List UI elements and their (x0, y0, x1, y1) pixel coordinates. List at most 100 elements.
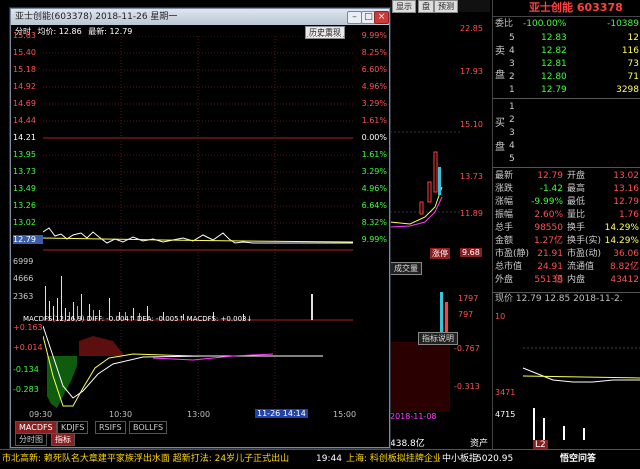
level-number: 4 (509, 46, 515, 56)
level-volume: 12 (627, 33, 639, 43)
level-number: 4 (509, 141, 515, 151)
amount-label: 438.8亿 (390, 439, 425, 449)
buy-level-row[interactable]: 1 (493, 101, 640, 114)
ticker-text[interactable]: 市北高新: 赖死队名大章建平家族浮出水面 超新打法: 24岁儿子正式出山 (2, 450, 289, 469)
stat-row: 金额 1.27亿 换手(实) 14.29% (493, 235, 640, 248)
buy-level-row[interactable]: 5 (493, 153, 640, 166)
stat-row: 振幅 2.60% 量比 1.76 (493, 209, 640, 222)
percent-axis-label: 4.96% (361, 82, 387, 91)
time-label: 09:30 (29, 410, 53, 419)
stat-label: 换手 (567, 223, 586, 233)
price-axis-label: 14.92 (13, 82, 36, 91)
stat-value: 98550 (534, 223, 563, 233)
axis-label: 17.93 (460, 67, 483, 76)
buy-level-row[interactable]: 4 (493, 140, 640, 153)
tab-indicator[interactable]: 指标 (51, 433, 75, 446)
stat-value: 13.16 (613, 184, 639, 194)
stat-label: 最新 (495, 171, 514, 181)
price-axis-label: 13.02 (13, 218, 36, 227)
percent-axis-label: 6.64% (361, 201, 387, 210)
level-volume: 116 (621, 46, 639, 56)
stat-label: 开盘 (567, 171, 586, 181)
sell-level-row[interactable]: 2 12.80 71 (493, 71, 640, 84)
sell-level-row[interactable]: 4 12.82 116 (493, 45, 640, 58)
buy-level-row[interactable]: 3 (493, 127, 640, 140)
stat-value: 13.02 (613, 171, 639, 181)
stat-row: 最新 12.79 开盘 13.02 (493, 170, 640, 183)
axis-label: 22.85 (460, 24, 483, 33)
percent-axis-label: 4.96% (361, 184, 387, 193)
axis-label: 11.89 (460, 209, 483, 218)
price-axis-label: 14.69 (13, 99, 36, 108)
status-bar: 市北高新: 赖死队名大章建平家族浮出水面 超新打法: 24岁儿子正式出山 19:… (0, 449, 640, 469)
stat-label: 涨跌 (495, 184, 514, 194)
stat-label: 振幅 (495, 210, 514, 220)
buy-level-row[interactable]: 2 (493, 114, 640, 127)
stat-value: 14.29% (604, 223, 639, 233)
price-axis-label: 14.21 (13, 133, 36, 142)
stat-label: 外盘 (495, 275, 514, 285)
price-axis-label: 12.79 (13, 235, 43, 244)
stat-label: 内盘 (567, 275, 586, 285)
level-price: 12.81 (541, 59, 567, 69)
asset-label: 资产 (470, 439, 489, 449)
stat-label: 总手 (495, 223, 514, 233)
stat-label: 市盈(动) (567, 249, 602, 259)
price-axis-label: 14.44 (13, 116, 36, 125)
time-label: 10:30 (109, 410, 133, 419)
level-price: 12.82 (541, 46, 567, 56)
volume-label: 2363 (13, 292, 34, 301)
stat-row: 总市值 24.91亿 流通值 8.82亿 (493, 261, 640, 285)
macd-header: MACDFS(12,26,9) DIFF: -0.004↑ DEA: -0.00… (23, 315, 253, 323)
price-axis-label: 13.26 (13, 201, 36, 210)
sell-level-row[interactable]: 3 12.81 73 (493, 58, 640, 71)
price-axis-label: 13.95 (13, 150, 36, 159)
price-axis-label: 15.63 (13, 31, 36, 40)
macd-label: -0.283 (13, 385, 39, 394)
level-number: 2 (509, 115, 515, 125)
background-toolbar: 显示 盘 预测 (390, 0, 490, 13)
limit-up-tag: 涨停 (430, 248, 450, 259)
stat-value: 14.29% (604, 236, 639, 246)
axis-label: 797 (458, 310, 474, 319)
chip-price: 9.68 (460, 248, 482, 257)
close-button[interactable]: × (374, 11, 389, 24)
window-titlebar[interactable]: 亚士创能(603378) 2018-11-26 星期一 – □ × (11, 9, 389, 25)
sell-level-row[interactable]: 1 12.79 3298 (493, 84, 640, 97)
watermark-text: 悟空问答 (560, 454, 597, 464)
tab-intraday[interactable]: 分时图 (15, 433, 47, 446)
stat-row: 涨幅 -9.99% 最低 12.79 (493, 196, 640, 209)
stat-value: 12.79 (537, 171, 563, 181)
macd-label: +0.163 (13, 323, 43, 332)
stat-value: 2.60% (534, 210, 563, 220)
tab-rsifs[interactable]: RSIFS (95, 421, 126, 434)
level-volume: 3298 (616, 85, 639, 95)
indicator-volume-tab[interactable]: 成交量 (390, 262, 422, 275)
intraday-chart (43, 36, 353, 408)
level-number: 5 (509, 33, 515, 43)
sell-level-row[interactable]: 5 12.83 12 (493, 32, 640, 45)
axis-label: -0.313 (454, 382, 480, 391)
stat-value: -9.99% (531, 197, 563, 207)
tab-bollfs[interactable]: BOLLFS (129, 421, 168, 434)
percent-axis-label: 1.61% (361, 150, 387, 159)
macd-label: +0.014 (13, 343, 43, 352)
mini-chart (522, 347, 640, 440)
volume-label: 4666 (13, 274, 34, 283)
level-price: 12.83 (541, 33, 567, 43)
indicator-help-button[interactable]: 指标说明 (418, 332, 458, 345)
stat-value: 36.06 (613, 249, 639, 259)
stat-value: -1.42 (539, 184, 563, 194)
percent-axis-label: 0.00% (361, 133, 387, 142)
stat-row: 外盘 55139 内盘 43412 (493, 274, 640, 287)
news-text[interactable]: 上海: 科创板拟挂牌企业名 (346, 450, 451, 469)
stat-value: 8.82亿 (609, 262, 639, 272)
level-volume: 71 (627, 72, 639, 82)
percent-axis-label: 3.29% (361, 167, 387, 176)
minimize-button[interactable]: – (347, 11, 362, 24)
stat-label: 总市值 (495, 262, 523, 272)
date-tag: 2018-11-08 (390, 412, 437, 421)
level-number: 3 (509, 59, 515, 69)
level-price: 12.79 (541, 85, 567, 95)
mini-label: 3471 (495, 388, 516, 397)
